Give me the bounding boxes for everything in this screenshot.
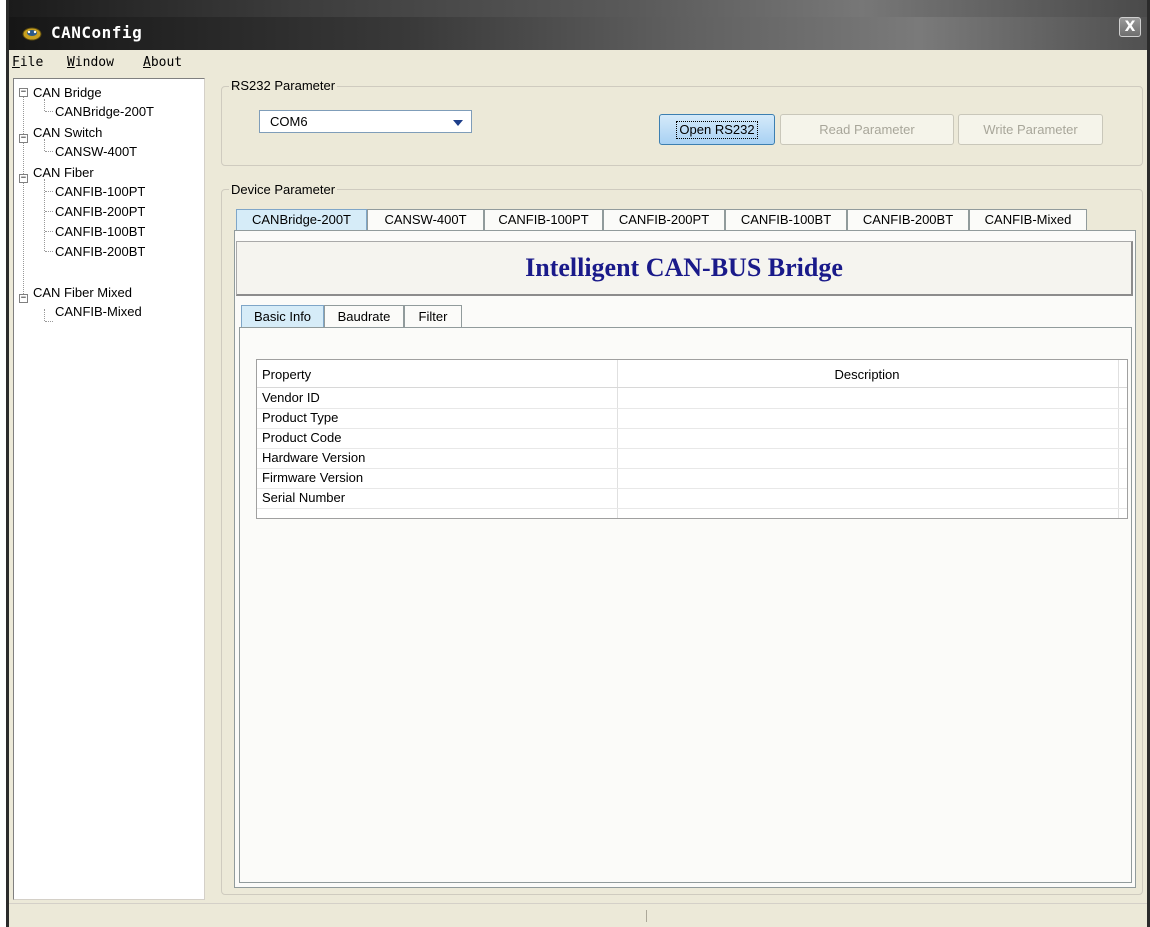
menu-about-label: bout <box>150 55 183 70</box>
chevron-down-icon[interactable] <box>453 120 463 126</box>
menu-bar: File Window About <box>9 50 1147 76</box>
tree-connector <box>45 151 53 152</box>
tree-node-can-fiber[interactable]: CAN Fiber <box>33 165 94 180</box>
row-property: Firmware Version <box>262 470 364 485</box>
tab-canfib-100bt[interactable]: CANFIB-100BT <box>725 209 847 230</box>
com-port-value: COM6 <box>270 114 308 129</box>
tree-node-canfib-100pt[interactable]: CANFIB-100PT <box>55 184 145 199</box>
device-parameter-group-label: Device Parameter <box>229 182 338 197</box>
tree-connector <box>45 231 53 232</box>
tree-node-canfib-mixed[interactable]: CANFIB-Mixed <box>55 304 142 319</box>
status-separator <box>646 910 647 922</box>
banner-title: Intelligent CAN-BUS Bridge <box>525 253 843 282</box>
tree-node-can-switch[interactable]: CAN Switch <box>33 125 102 140</box>
tree-connector <box>45 191 53 192</box>
menu-file[interactable]: File <box>12 55 43 70</box>
menu-window-label: indow <box>74 55 114 70</box>
menu-about[interactable]: About <box>143 55 182 70</box>
tab-canfib-200pt[interactable]: CANFIB-200PT <box>603 209 725 230</box>
status-bar <box>9 903 1147 927</box>
subtab-baudrate[interactable]: Baudrate <box>324 305 404 327</box>
tree-node-can-fiber-mixed[interactable]: CAN Fiber Mixed <box>33 285 132 300</box>
tab-cansw-400t[interactable]: CANSW-400T <box>367 209 484 230</box>
menu-file-label: ile <box>19 55 44 70</box>
tree-node-can-bridge[interactable]: CAN Bridge <box>33 85 102 100</box>
tree-connector <box>44 309 45 321</box>
tree-node-cansw-400t[interactable]: CANSW-400T <box>55 144 137 159</box>
table-row[interactable]: Serial Number <box>257 489 1127 509</box>
subtab-basic-info[interactable]: Basic Info <box>241 305 324 327</box>
tree-node-canbridge-200t[interactable]: CANBridge-200T <box>55 104 154 119</box>
product-banner: Intelligent CAN-BUS Bridge <box>236 241 1133 296</box>
row-property: Product Type <box>262 410 339 425</box>
com-port-select[interactable]: COM6 <box>259 110 472 133</box>
app-logo-icon <box>22 27 42 41</box>
device-tree[interactable]: − CAN Bridge CANBridge-200T − CAN Switch… <box>13 78 205 900</box>
read-parameter-button[interactable]: Read Parameter <box>780 114 954 145</box>
app-window: CANConfig X File Window About − CAN Brid… <box>6 0 1150 927</box>
tree-expander-can-bridge[interactable]: − <box>19 88 28 97</box>
row-property: Product Code <box>262 430 342 445</box>
tab-canfib-100pt[interactable]: CANFIB-100PT <box>484 209 603 230</box>
tree-connector <box>44 99 45 111</box>
tree-expander-can-switch[interactable]: − <box>19 134 28 143</box>
tree-node-canfib-100bt[interactable]: CANFIB-100BT <box>55 224 145 239</box>
tree-connector <box>45 251 53 252</box>
table-row[interactable]: Product Code <box>257 429 1127 449</box>
tree-connector <box>23 95 24 302</box>
table-row[interactable]: Firmware Version <box>257 469 1127 489</box>
property-grid[interactable]: Property Description Vendor ID Product T… <box>256 359 1128 519</box>
title-bar-band: CANConfig X <box>9 17 1147 50</box>
menu-file-accel: F <box>12 55 20 70</box>
tab-canfib-200bt[interactable]: CANFIB-200BT <box>847 209 969 230</box>
menu-about-accel: A <box>143 55 151 70</box>
subtab-filter[interactable]: Filter <box>404 305 462 327</box>
row-property: Serial Number <box>262 490 346 505</box>
open-rs232-button[interactable]: Open RS232 <box>659 114 775 145</box>
tree-node-canfib-200bt[interactable]: CANFIB-200BT <box>55 244 145 259</box>
tree-node-canfib-200pt[interactable]: CANFIB-200PT <box>55 204 145 219</box>
menu-window-accel: W <box>67 55 75 70</box>
column-header-description[interactable]: Description <box>617 367 1117 382</box>
tree-expander-can-fiber[interactable]: − <box>19 174 28 183</box>
rs232-group-label: RS232 Parameter <box>229 78 338 93</box>
tree-connector <box>45 111 53 112</box>
table-row[interactable]: Product Type <box>257 409 1127 429</box>
tab-canfib-mixed[interactable]: CANFIB-Mixed <box>969 209 1087 230</box>
tab-canbridge-200t[interactable]: CANBridge-200T <box>236 209 367 230</box>
tree-expander-can-fiber-mixed[interactable]: − <box>19 294 28 303</box>
column-header-property[interactable]: Property <box>262 367 311 382</box>
grid-header: Property Description <box>257 360 1127 388</box>
window-title: CANConfig <box>51 23 143 42</box>
menu-window[interactable]: Window <box>67 55 114 70</box>
row-property: Vendor ID <box>262 390 320 405</box>
tree-connector <box>45 321 53 322</box>
table-row[interactable]: Hardware Version <box>257 449 1127 469</box>
tree-connector <box>45 211 53 212</box>
open-rs232-label: Open RS232 <box>676 121 758 139</box>
title-bar[interactable]: CANConfig X <box>9 0 1147 50</box>
tree-connector <box>44 139 45 151</box>
close-button[interactable]: X <box>1119 17 1141 37</box>
write-parameter-button[interactable]: Write Parameter <box>958 114 1103 145</box>
table-row[interactable]: Vendor ID <box>257 389 1127 409</box>
row-property: Hardware Version <box>262 450 366 465</box>
tree-connector <box>44 179 45 251</box>
